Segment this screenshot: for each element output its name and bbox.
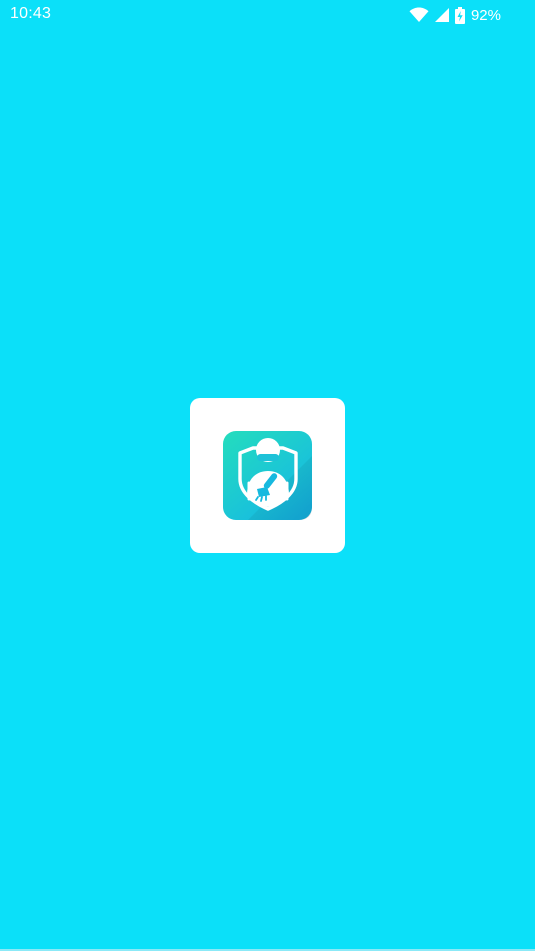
status-time: 10:43 — [10, 5, 52, 22]
wifi-icon — [409, 7, 429, 23]
status-bar: 10:43 92% — [0, 0, 535, 30]
splash-logo-card — [190, 398, 345, 553]
shield-cleaner-app-icon — [223, 431, 312, 520]
cellular-signal-icon — [434, 7, 450, 23]
battery-percentage: 92% — [470, 6, 501, 24]
status-indicators: 92% — [409, 4, 501, 26]
battery-icon — [454, 6, 465, 24]
